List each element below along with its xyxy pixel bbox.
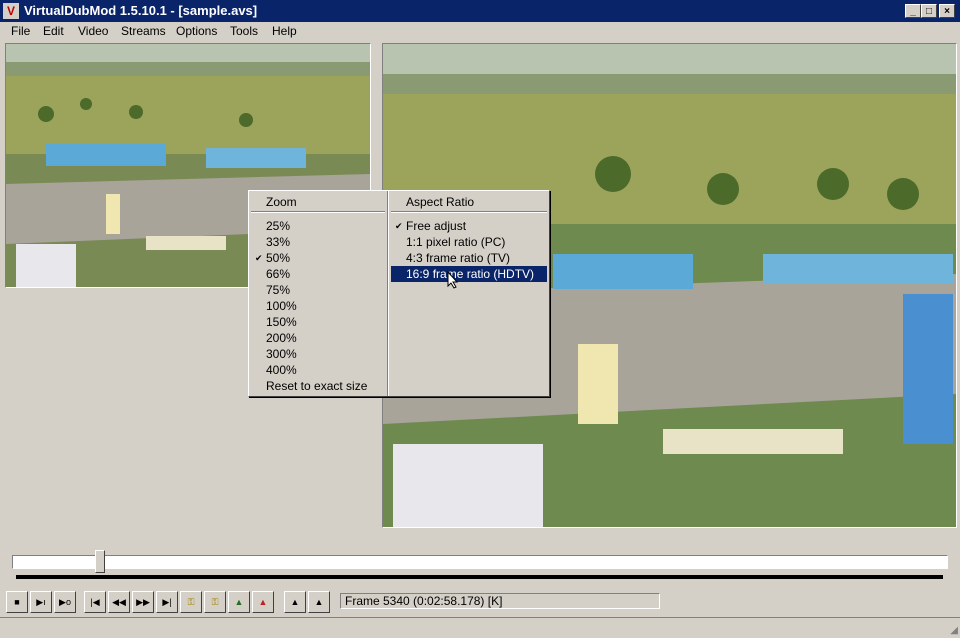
zoom-item-66[interactable]: 66% bbox=[251, 266, 385, 282]
aspect-item-4-3[interactable]: 4:3 frame ratio (TV) bbox=[391, 250, 547, 266]
zoom-item-100[interactable]: 100% bbox=[251, 298, 385, 314]
menu-tools[interactable]: Tools bbox=[230, 24, 258, 38]
menu-video[interactable]: Video bbox=[78, 24, 108, 38]
go-end-icon: ▶| bbox=[162, 597, 172, 607]
go-end-button[interactable]: ▶| bbox=[156, 591, 178, 613]
zoom-item-50[interactable]: ✔ 50% bbox=[251, 250, 385, 266]
zoom-item-150[interactable]: 150% bbox=[251, 314, 385, 330]
mark-out-button[interactable]: ▲ bbox=[308, 591, 330, 613]
prev-key-icon: ⚿ bbox=[187, 597, 195, 607]
prev-key-button[interactable]: ⚿ bbox=[180, 591, 202, 613]
menu-bar: File Edit Video Streams Options Tools He… bbox=[0, 22, 960, 40]
stop-icon: ■ bbox=[14, 597, 20, 607]
close-button[interactable]: × bbox=[939, 4, 955, 18]
stop-button[interactable]: ■ bbox=[6, 591, 28, 613]
aspect-item-pixel-ratio[interactable]: 1:1 pixel ratio (PC) bbox=[391, 234, 547, 250]
zoom-item-400[interactable]: 400% bbox=[251, 362, 385, 378]
timeline-range-line bbox=[16, 575, 943, 579]
checkmark-icon: ✔ bbox=[255, 253, 263, 263]
play-input-button[interactable]: ▶ı bbox=[30, 591, 52, 613]
scene-back-icon: ▲ bbox=[234, 597, 244, 607]
timeline-thumb[interactable] bbox=[95, 550, 106, 573]
aspect-ratio-header: Aspect Ratio bbox=[406, 195, 475, 209]
window-title: VirtualDubMod 1.5.10.1 - [sample.avs] bbox=[24, 3, 258, 18]
resize-grip-icon[interactable]: ◢ bbox=[950, 625, 958, 636]
zoom-separator bbox=[251, 211, 385, 213]
scene-forward-button[interactable]: ▲ bbox=[252, 591, 274, 613]
status-bar: ◢ bbox=[0, 617, 960, 638]
zoom-item-reset[interactable]: Reset to exact size bbox=[251, 378, 385, 394]
aspect-separator bbox=[391, 211, 547, 213]
timeline-track[interactable] bbox=[12, 555, 948, 569]
zoom-item-200[interactable]: 200% bbox=[251, 330, 385, 346]
aspect-ratio-column: Aspect Ratio ✔ Free adjust 1:1 pixel rati… bbox=[389, 191, 549, 396]
scene-back-button[interactable]: ▲ bbox=[228, 591, 250, 613]
zoom-item-25[interactable]: 25% bbox=[251, 218, 385, 234]
step-forward-button[interactable]: ▶▶ bbox=[132, 591, 154, 613]
menu-help[interactable]: Help bbox=[272, 24, 297, 38]
mark-in-button[interactable]: ▲ bbox=[284, 591, 306, 613]
next-key-button[interactable]: ⚿ bbox=[204, 591, 226, 613]
menu-edit[interactable]: Edit bbox=[43, 24, 64, 38]
step-back-icon: ◀◀ bbox=[112, 597, 126, 607]
go-start-icon: |◀ bbox=[90, 597, 100, 607]
mark-out-icon: ▲ bbox=[314, 597, 324, 607]
mouse-cursor-icon bbox=[447, 271, 459, 289]
mark-in-icon: ▲ bbox=[290, 597, 300, 607]
zoom-item-300[interactable]: 300% bbox=[251, 346, 385, 362]
aspect-item-free-adjust[interactable]: ✔ Free adjust bbox=[391, 218, 547, 234]
play-output-button[interactable]: ▶o bbox=[54, 591, 76, 613]
minimize-button[interactable]: _ bbox=[905, 4, 921, 18]
title-bar[interactable]: V VirtualDubMod 1.5.10.1 - [sample.avs] … bbox=[0, 0, 960, 22]
zoom-header: Zoom bbox=[266, 195, 297, 209]
go-start-button[interactable]: |◀ bbox=[84, 591, 106, 613]
maximize-button[interactable]: □ bbox=[921, 4, 937, 18]
step-back-button[interactable]: ◀◀ bbox=[108, 591, 130, 613]
step-forward-icon: ▶▶ bbox=[136, 597, 150, 607]
frame-status: Frame 5340 (0:02:58.178) [K] bbox=[340, 593, 660, 609]
scene-forward-icon: ▲ bbox=[258, 597, 268, 607]
next-key-icon: ⚿ bbox=[211, 597, 219, 607]
view-context-menu: Zoom 25% 33% ✔ 50% 66% 75% 100% 150% 200%… bbox=[248, 190, 550, 397]
play-input-icon: ▶ı bbox=[36, 597, 46, 607]
menu-options[interactable]: Options bbox=[176, 24, 217, 38]
menu-file[interactable]: File bbox=[11, 24, 30, 38]
virtualdub-icon[interactable]: V bbox=[3, 3, 19, 19]
checkmark-icon: ✔ bbox=[395, 221, 403, 231]
aspect-item-16-9[interactable]: 16:9 frame ratio (HDTV) bbox=[391, 266, 547, 282]
menu-streams[interactable]: Streams bbox=[121, 24, 166, 38]
zoom-column: Zoom 25% 33% ✔ 50% 66% 75% 100% 150% 200%… bbox=[249, 191, 387, 396]
zoom-item-33[interactable]: 33% bbox=[251, 234, 385, 250]
play-output-icon: ▶o bbox=[59, 597, 71, 607]
zoom-item-75[interactable]: 75% bbox=[251, 282, 385, 298]
